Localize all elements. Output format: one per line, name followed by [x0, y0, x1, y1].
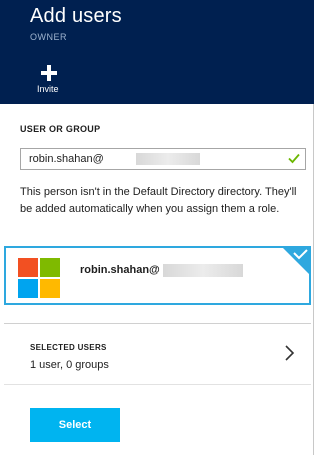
- user-or-group-label: USER OR GROUP: [20, 124, 101, 134]
- invite-label: Invite: [37, 84, 59, 94]
- microsoft-logo: [18, 258, 60, 298]
- section-divider: [4, 384, 311, 385]
- selected-users-label: SELECTED USERS: [30, 343, 107, 352]
- blade-header: Add users OWNER Invite: [0, 0, 314, 104]
- plus-icon: [41, 65, 57, 81]
- checkmark-icon: [288, 153, 300, 164]
- redacted-text: [136, 153, 200, 165]
- selected-users-section[interactable]: SELECTED USERS 1 user, 0 groups: [4, 324, 311, 384]
- select-button[interactable]: Select: [30, 408, 120, 442]
- add-users-blade: Add users OWNER Invite USER OR GROUP rob…: [0, 0, 314, 455]
- chevron-right-icon: [285, 345, 295, 361]
- invite-button[interactable]: Invite: [30, 62, 70, 98]
- user-search-input[interactable]: robin.shahan@: [20, 148, 306, 170]
- info-message: This person isn't in the Default Directo…: [20, 186, 297, 215]
- result-user-name: robin.shahan@: [80, 264, 160, 276]
- search-input-value: robin.shahan@: [29, 153, 104, 165]
- checkmark-icon: [283, 248, 309, 274]
- redacted-text: [163, 264, 243, 277]
- search-result-item[interactable]: robin.shahan@: [4, 246, 311, 305]
- blade-title: Add users: [30, 5, 122, 27]
- blade-subtitle: OWNER: [30, 32, 67, 42]
- selected-users-summary: 1 user, 0 groups: [30, 359, 109, 371]
